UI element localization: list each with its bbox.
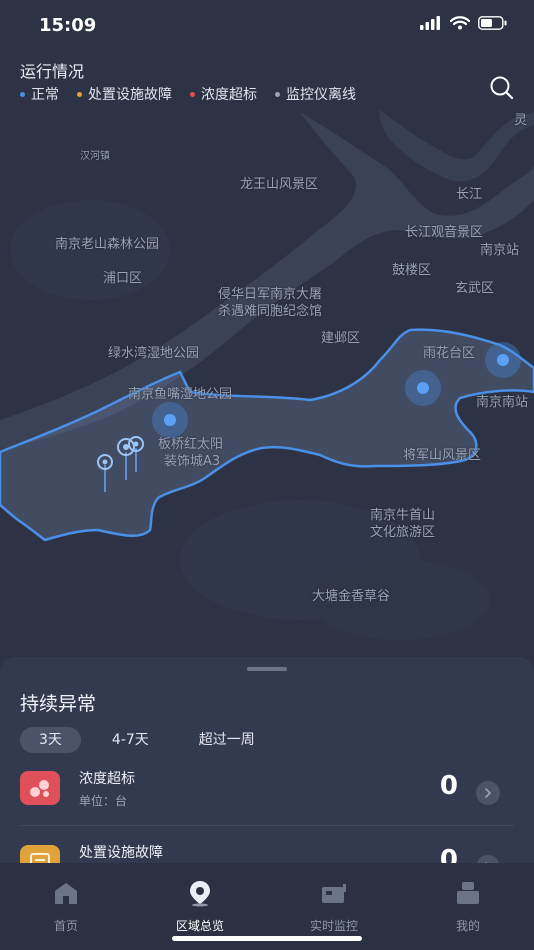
map-label: 汉河镇	[80, 151, 110, 162]
map-label: 绿水湾湿地公园	[108, 346, 200, 361]
legend-dot	[77, 91, 82, 97]
legend-monitor-offline[interactable]: 监控仪离线	[275, 84, 356, 104]
tab-label: 我的	[455, 919, 480, 933]
search-icon	[490, 76, 514, 100]
home-icon	[55, 883, 77, 904]
item-name: 浓度超标	[79, 771, 135, 787]
legend-facility-fault[interactable]: 处置设施故障	[77, 84, 172, 104]
map-label: 灵	[514, 113, 528, 128]
legend-normal[interactable]: 正常	[20, 84, 59, 104]
legend-dot	[190, 91, 195, 97]
legend-concentration-over[interactable]: 浓度超标	[190, 84, 257, 104]
tab-label: 首页	[53, 919, 78, 933]
map-label: 侵华日军南京大屠	[218, 287, 323, 302]
map-label: 南京老山森林公园	[55, 237, 160, 252]
concentration-icon	[20, 771, 60, 805]
tab-over-week[interactable]: 超过一周	[180, 727, 274, 753]
legend-label: 正常	[31, 87, 59, 103]
map-label: 鼓楼区	[392, 263, 432, 278]
header-title: 运行情况	[20, 62, 85, 81]
tab-region-overview[interactable]: 区域总览	[150, 879, 250, 934]
legend-dot	[20, 91, 25, 97]
map-label: 南京南站	[476, 395, 529, 410]
map-label: 龙王山风景区	[240, 177, 319, 192]
tab-realtime-monitor[interactable]: 实时监控	[284, 879, 384, 934]
map-label: 长江	[456, 187, 483, 202]
map-label: 长江观音景区	[405, 225, 484, 240]
profile-icon	[457, 882, 479, 904]
row-divider	[20, 825, 514, 826]
overview-header: 运行情况 正常 处置设施故障 浓度超标 监控仪离线	[20, 58, 514, 103]
map-label: 浦口区	[103, 271, 143, 286]
legend-dot	[275, 91, 280, 97]
status-time: 15:09	[39, 15, 97, 36]
legend-label: 处置设施故障	[88, 87, 172, 103]
search-button[interactable]	[488, 74, 516, 102]
map-label: 大塘金香草谷	[312, 589, 391, 604]
map-label: 南京鱼嘴湿地公园	[128, 387, 233, 402]
drag-handle[interactable]	[247, 667, 287, 671]
status-icons	[420, 16, 508, 30]
legend-label: 浓度超标	[201, 87, 257, 103]
map-label: 玄武区	[455, 281, 495, 296]
map-label: 杀遇难同胞纪念馆	[218, 304, 323, 319]
map-label: 建邺区	[321, 331, 361, 346]
tab-3-days[interactable]: 3天	[20, 727, 81, 753]
panel-title: 持续异常	[20, 693, 97, 715]
item-unit: 单位：台	[79, 794, 128, 808]
tab-label: 实时监控	[309, 919, 358, 933]
tab-profile[interactable]: 我的	[418, 879, 518, 934]
map-label: 装饰城A3	[164, 454, 221, 469]
item-name: 处置设施故障	[79, 845, 163, 861]
legend-label: 监控仪离线	[286, 87, 356, 103]
status-bar: 15:09	[0, 0, 534, 52]
tab-home[interactable]: 首页	[16, 879, 116, 934]
wifi-icon	[450, 16, 470, 30]
map-label: 雨花台区	[423, 346, 476, 361]
item-count: 0	[439, 771, 458, 801]
tab-4-7-days[interactable]: 4-7天	[93, 727, 168, 753]
home-indicator	[172, 936, 362, 941]
monitor-icon	[322, 884, 346, 903]
map-label: 将军山风景区	[403, 448, 482, 463]
map-label: 南京牛首山	[370, 508, 436, 523]
map-label: 文化旅游区	[370, 525, 436, 540]
status-legend: 正常 处置设施故障 浓度超标 监控仪离线	[20, 84, 356, 104]
map-label: 板桥红太阳	[158, 437, 224, 452]
chevron-right-icon[interactable]	[476, 781, 500, 805]
tab-label: 区域总览	[175, 919, 224, 933]
battery-icon	[478, 16, 507, 30]
signal-icon	[420, 16, 440, 30]
map-label: 南京站	[480, 243, 520, 258]
location-icon	[190, 881, 210, 907]
duration-tabs: 3天 4-7天 超过一周	[20, 727, 274, 753]
